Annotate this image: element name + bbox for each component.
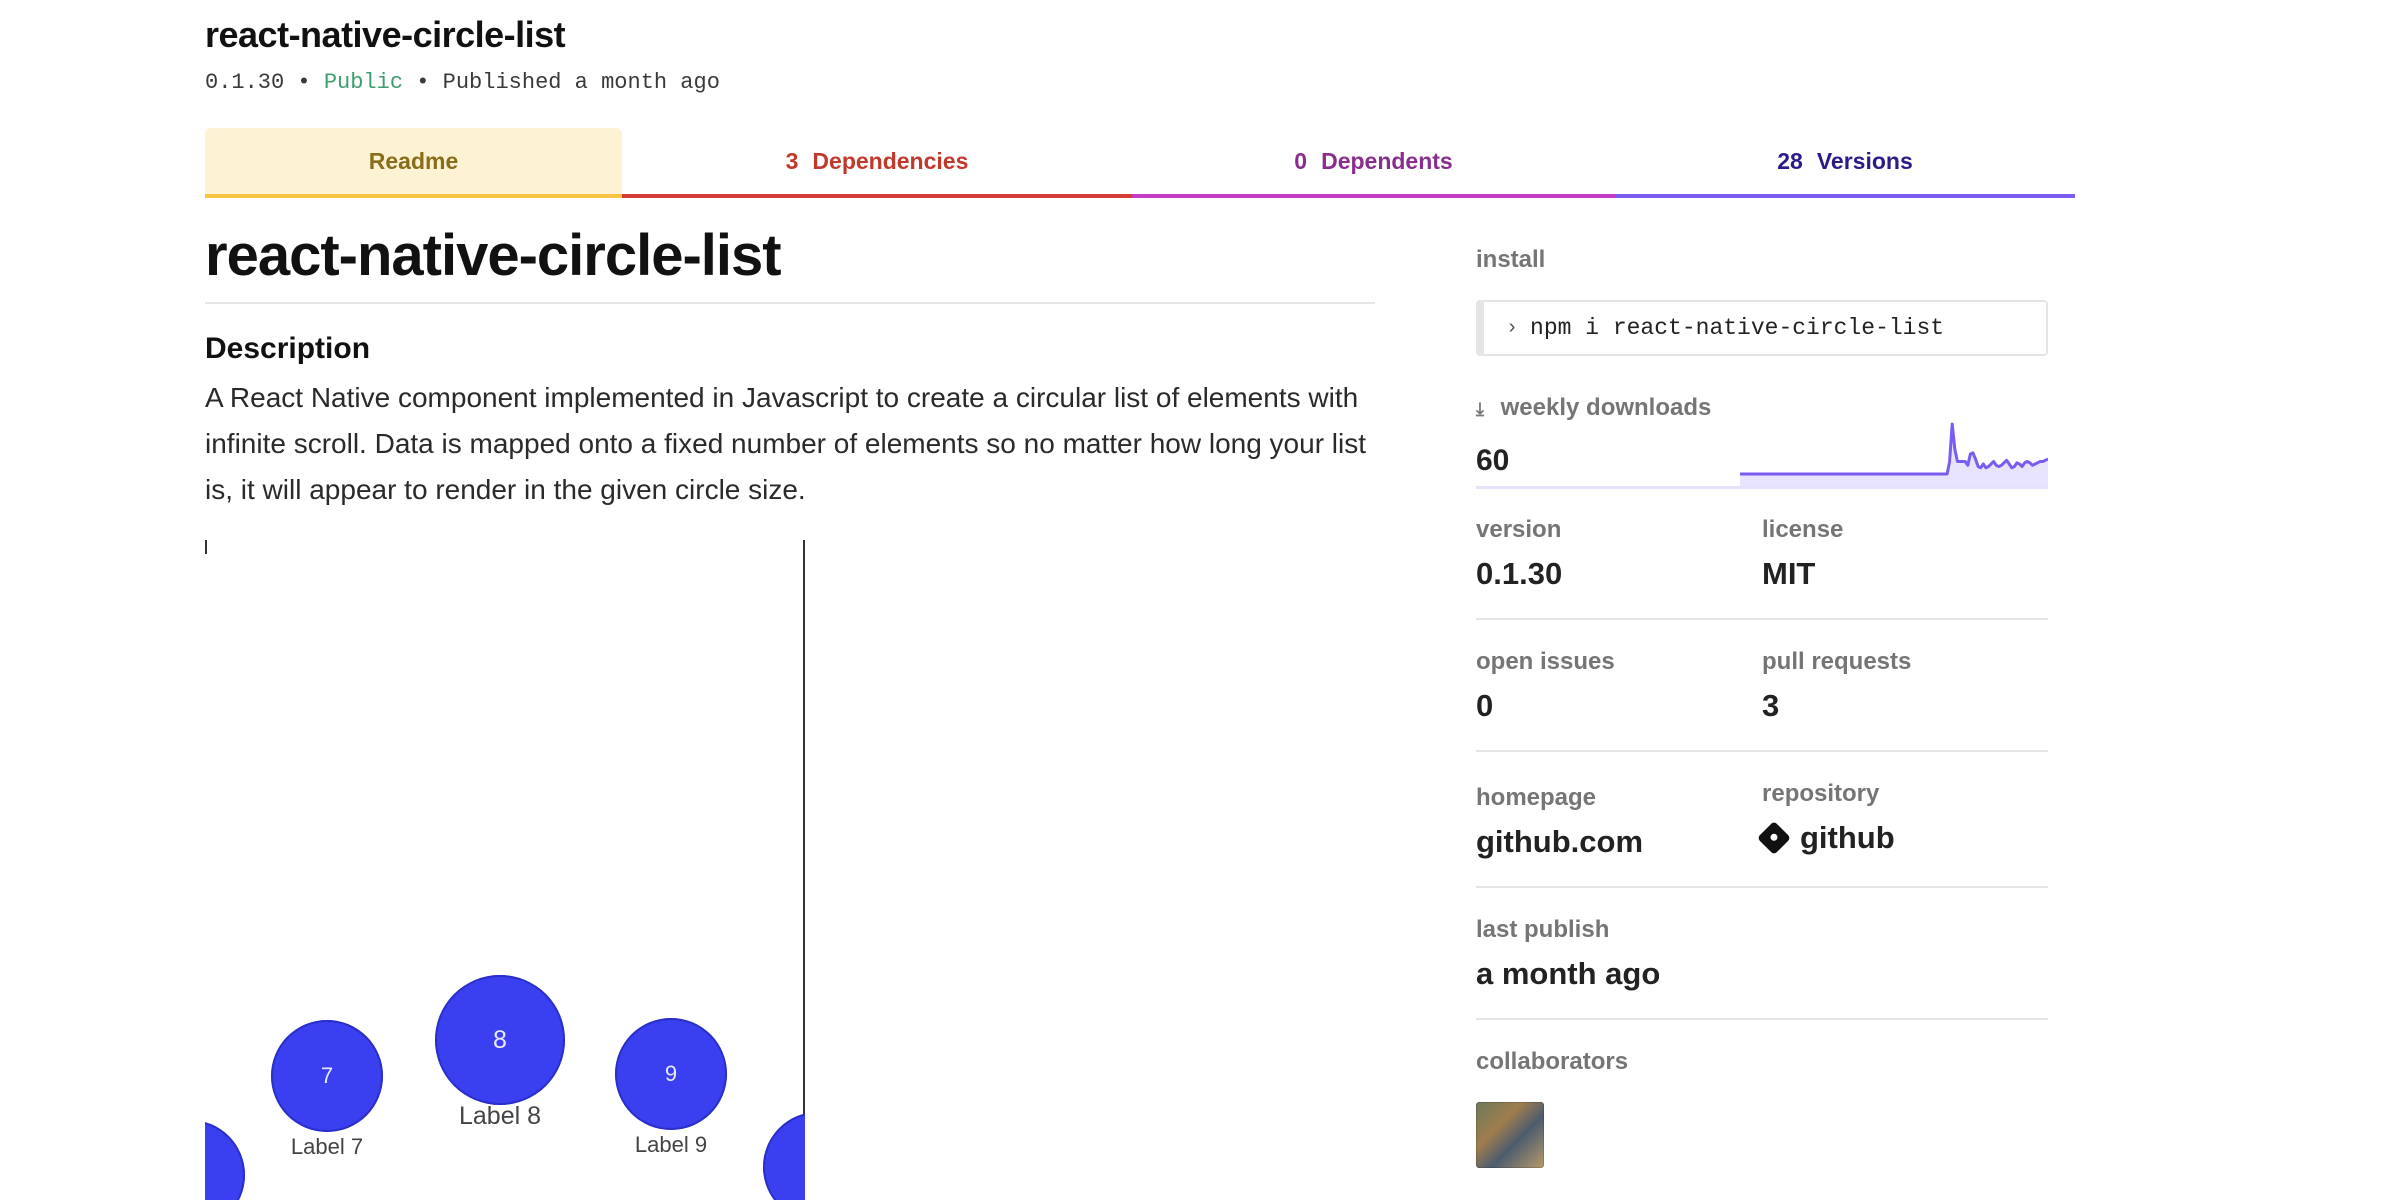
sparkline-line — [1740, 422, 2048, 476]
install-command-box[interactable]: › npm i react-native-circle-list — [1476, 300, 2048, 356]
download-arrow-icon: ⤓ — [1476, 399, 1484, 419]
git-diamond-icon — [1757, 821, 1791, 855]
collaborator-avatar[interactable] — [1476, 1102, 1544, 1168]
chevron-right-icon: › — [1506, 316, 1519, 340]
demo-border — [803, 540, 805, 1200]
demo-image: 7 Label 7 8 Label 8 9 Label 9 — [205, 540, 805, 1200]
tab-versions-label: Versions — [1816, 147, 1913, 174]
homepage-link[interactable]: github.com — [1476, 824, 1643, 860]
demo-circle-label: Label 9 — [634, 1132, 708, 1157]
sidebar-divider — [1476, 618, 2048, 620]
open-issues-label: open issues — [1476, 648, 1615, 675]
pull-requests-label: pull requests — [1762, 648, 1912, 675]
downloads-sparkline — [1740, 422, 2048, 486]
tab-dependencies-count: 3 — [785, 147, 799, 174]
readme-title: react-native-circle-list — [205, 223, 782, 288]
tab-dependencies[interactable]: 3 Dependencies — [622, 128, 1132, 198]
tab-dependents-label: Dependents — [1321, 147, 1453, 174]
last-publish-value: a month ago — [1476, 956, 1661, 991]
sidebar-divider — [1476, 886, 2048, 888]
repository-label: repository — [1762, 780, 1880, 807]
visibility-badge: Public — [323, 70, 404, 95]
tab-dependencies-label: Dependencies — [812, 147, 969, 174]
demo-circle-label: Label 8 — [458, 1102, 542, 1130]
version-value: 0.1.30 — [1476, 556, 1563, 591]
demo-border — [205, 540, 207, 554]
meta-separator: • — [297, 70, 311, 95]
license-label: license — [1762, 516, 1844, 543]
install-command: npm i react-native-circle-list — [1530, 315, 1945, 341]
repository-link[interactable]: github — [1757, 820, 1895, 856]
tab-dependents[interactable]: 0 Dependents — [1132, 128, 1615, 198]
install-label: install — [1476, 246, 1546, 273]
tab-readme-label: Readme — [368, 147, 459, 174]
demo-circle-number: 8 — [493, 1025, 507, 1054]
package-version: 0.1.30 — [205, 70, 285, 95]
demo-circle: 9 — [615, 1018, 727, 1130]
tab-readme[interactable]: Readme — [205, 128, 622, 198]
demo-circle: 7 — [271, 1020, 383, 1132]
demo-circle-number: 9 — [664, 1061, 678, 1086]
collaborators-label: collaborators — [1476, 1048, 1629, 1075]
homepage-label: homepage — [1476, 784, 1597, 811]
description-text: A React Native component implemented in … — [205, 382, 1367, 505]
last-publish-label: last publish — [1476, 916, 1610, 943]
package-tabs: Readme 3 Dependencies 0 Dependents 28 Ve… — [205, 128, 2075, 198]
package-meta: 0.1.30 • Public • Published a month ago — [205, 70, 720, 95]
tab-dependents-count: 0 — [1294, 147, 1308, 174]
sidebar-divider — [1476, 1018, 2048, 1020]
version-label: version — [1476, 516, 1562, 543]
demo-circle: 8 — [435, 975, 565, 1105]
demo-circle-partial — [763, 1112, 805, 1200]
sidebar-divider — [1476, 750, 2048, 752]
tab-versions[interactable]: 28 Versions — [1615, 128, 2075, 198]
demo-circle-number: 7 — [320, 1063, 334, 1088]
published-date: Published a month ago — [442, 70, 720, 95]
demo-circle-partial — [205, 1120, 245, 1200]
package-title: react-native-circle-list — [205, 14, 566, 55]
sparkline-area — [1740, 424, 2048, 486]
tab-versions-count: 28 — [1777, 147, 1803, 174]
demo-circle-label: Label 7 — [290, 1134, 364, 1159]
license-value: MIT — [1762, 556, 1816, 591]
open-issues-value[interactable]: 0 — [1476, 688, 1493, 724]
repository-text: github — [1800, 820, 1895, 855]
pull-requests-value[interactable]: 3 — [1762, 688, 1779, 724]
meta-separator: • — [416, 70, 430, 95]
readme-divider — [205, 302, 1375, 304]
weekly-downloads-value: 60 — [1476, 444, 1510, 477]
weekly-downloads-label-row: ⤓ weekly downloads — [1476, 394, 1711, 422]
weekly-downloads-label: weekly downloads — [1500, 394, 1712, 421]
description-heading: Description — [205, 332, 371, 365]
downloads-divider — [1476, 486, 2048, 489]
